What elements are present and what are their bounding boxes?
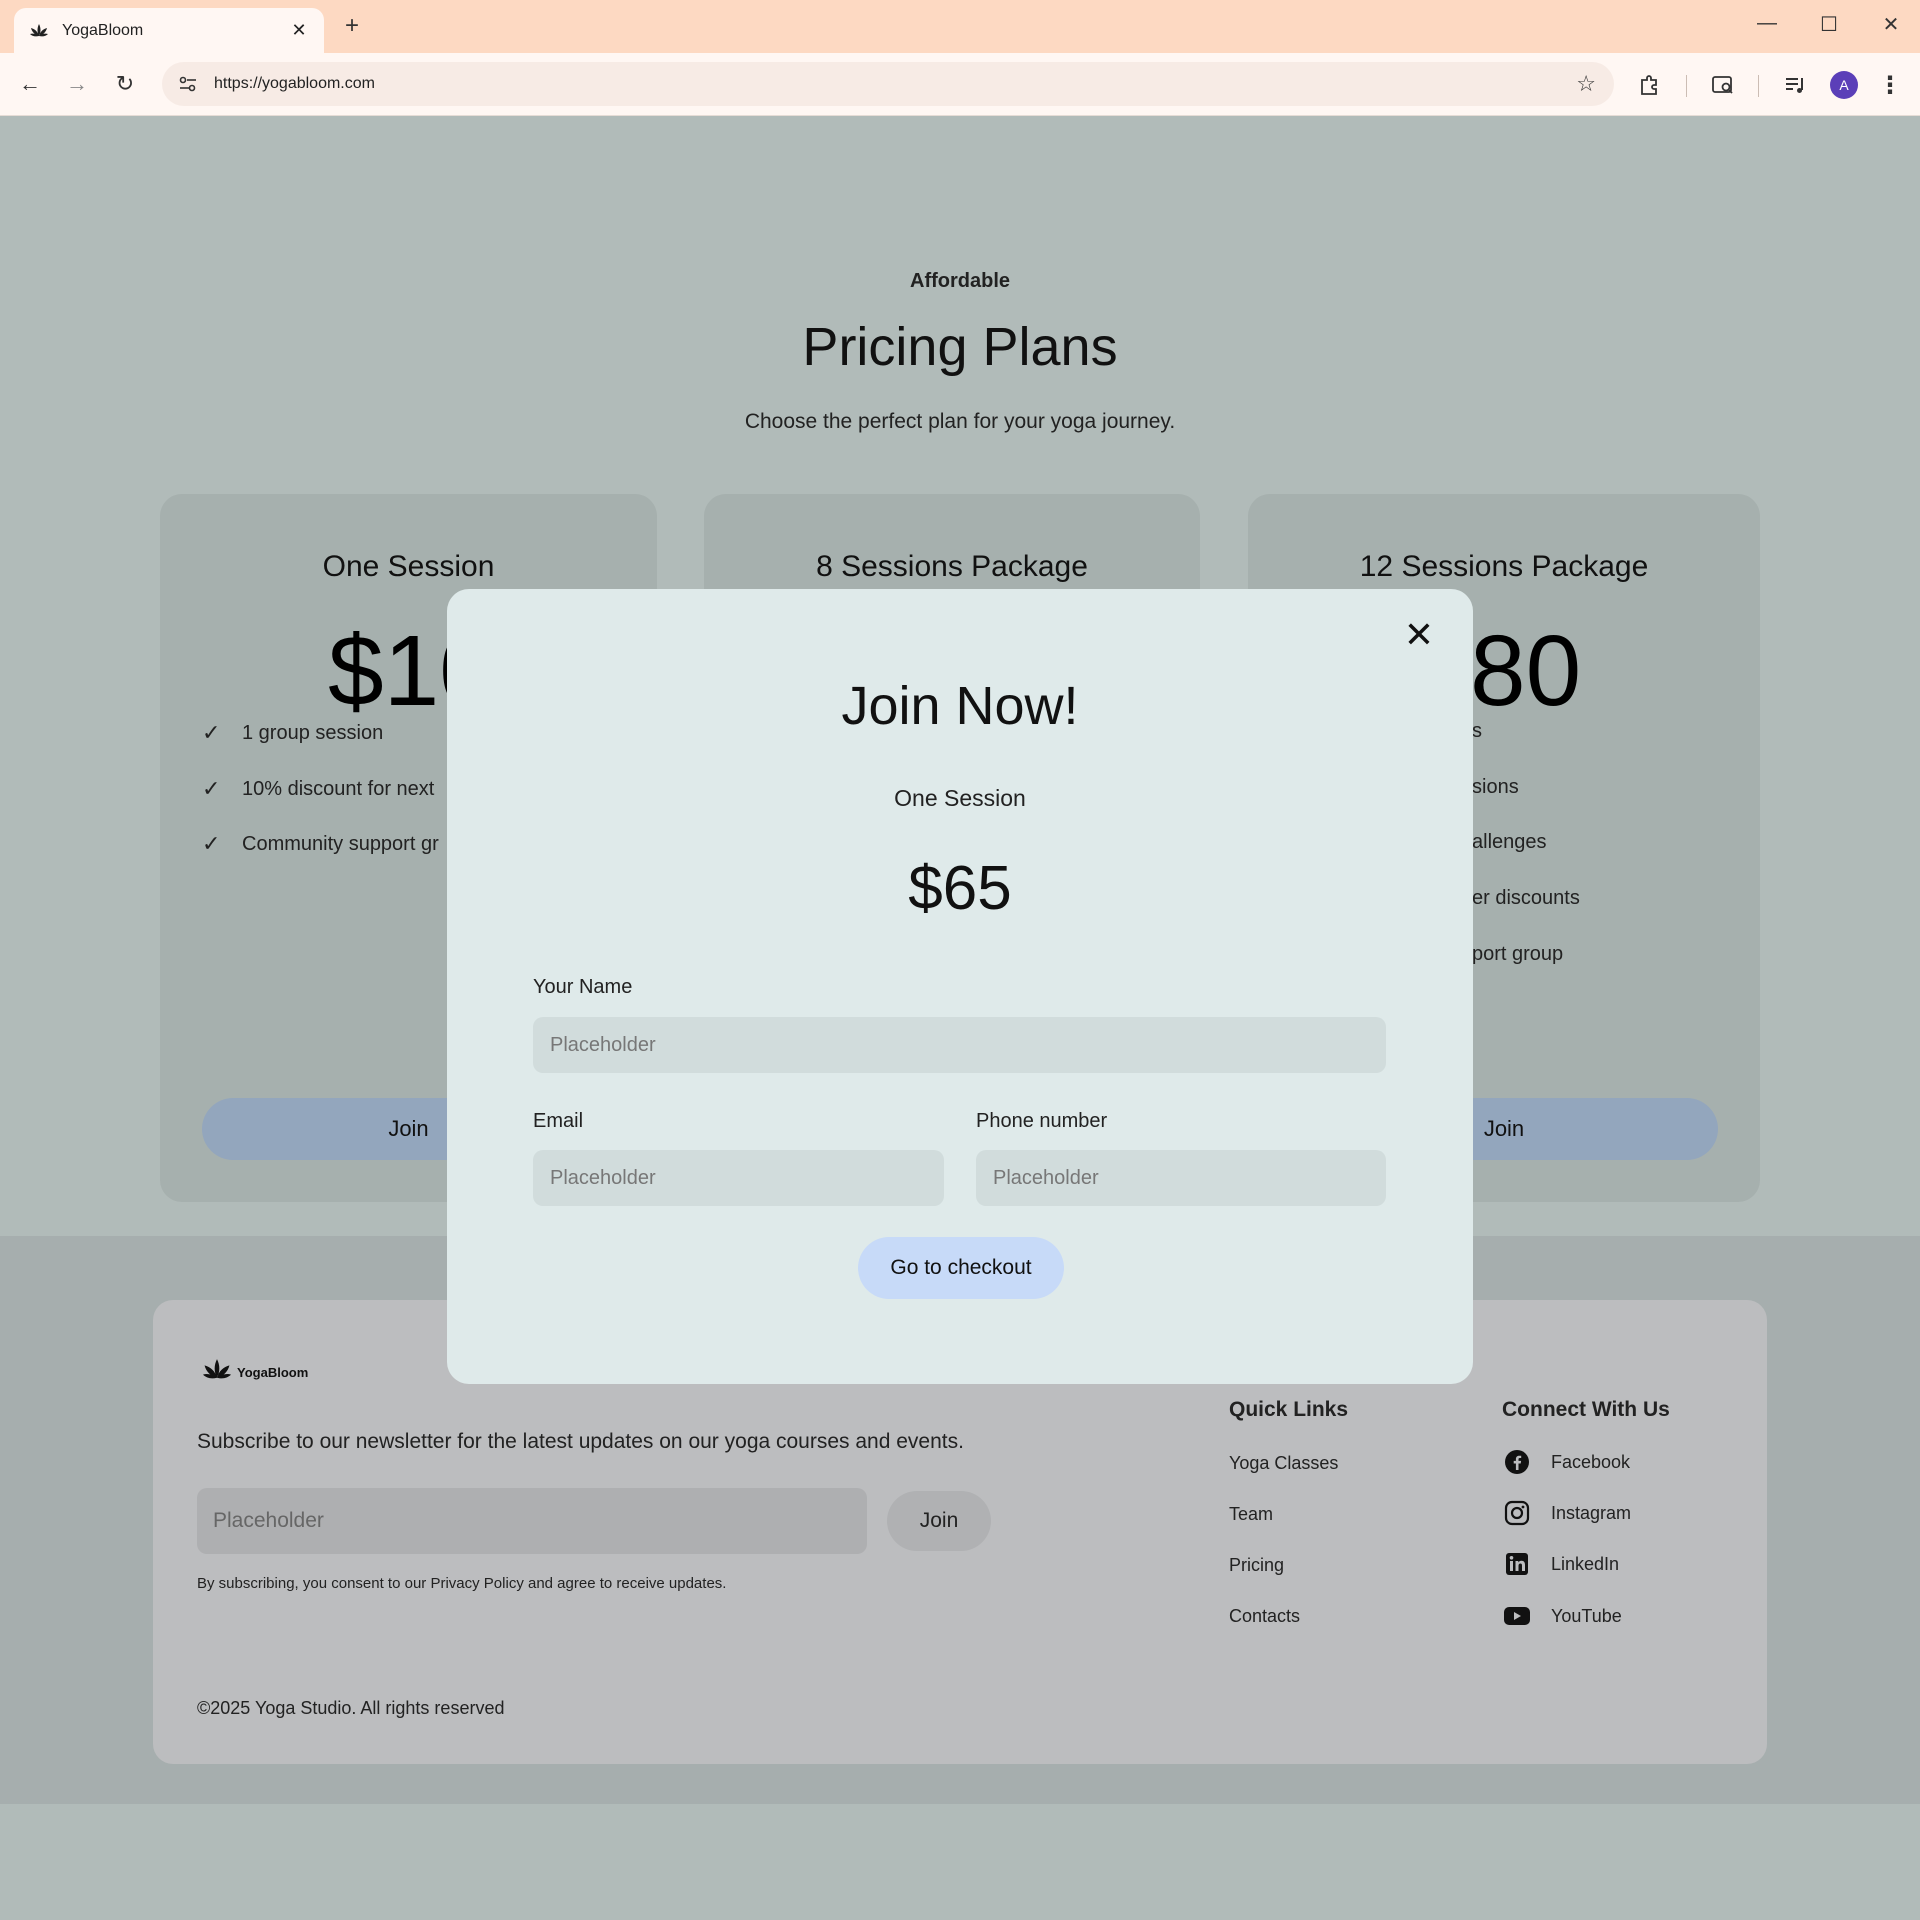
footer-link-team[interactable]: Team (1229, 1504, 1273, 1525)
modal-close-icon[interactable]: ✕ (1399, 614, 1439, 655)
modal-title: Join Now! (841, 676, 1079, 736)
youtube-icon (1503, 1602, 1531, 1630)
social-link-instagram[interactable]: Instagram (1503, 1499, 1631, 1527)
reload-icon[interactable]: ↻ (108, 67, 142, 101)
browser-tab[interactable]: YogaBloom ✕ (14, 8, 324, 53)
social-label: Instagram (1551, 1502, 1632, 1523)
footer-link-yoga-classes[interactable]: Yoga Classes (1229, 1453, 1338, 1474)
checkout-button[interactable]: Go to checkout (858, 1237, 1064, 1299)
tab-title: YogaBloom (62, 21, 144, 39)
join-modal: ✕ Join Now! One Session $65 Your Name Pl… (447, 589, 1473, 1384)
feature-text: 1 group session (242, 721, 384, 744)
copyright: ©2025 Yoga Studio. All rights reserved (197, 1698, 505, 1718)
lotus-logo-icon (199, 1356, 235, 1389)
back-icon[interactable]: ← (13, 67, 47, 101)
feature-text: er discounts (1472, 887, 1580, 909)
quick-links-title: Quick Links (1229, 1398, 1349, 1421)
name-label: Your Name (533, 976, 633, 998)
check-icon: ✓ (202, 831, 221, 856)
lotus-favicon-icon (28, 20, 50, 42)
section-eyebrow: Affordable (910, 270, 1010, 292)
tab-close-icon[interactable]: ✕ (288, 20, 310, 41)
feature-text: Community support gr (242, 832, 439, 855)
bookmark-star-icon[interactable]: ☆ (1576, 71, 1596, 97)
browser-tab-bar: YogaBloom ✕ + — ☐ ✕ (0, 0, 1920, 53)
page-title: Pricing Plans (802, 317, 1118, 377)
plan-feature: er discounts (1472, 887, 1580, 910)
plan-feature: ✓ 10% discount for next (202, 776, 434, 802)
plan-feature: allenges (1472, 831, 1547, 854)
social-label: YouTube (1551, 1605, 1622, 1626)
plan-feature: ✓ Community support gr (202, 831, 439, 857)
social-link-linkedin[interactable]: LinkedIn (1503, 1550, 1619, 1578)
email-label: Email (533, 1110, 584, 1132)
page-subtitle: Choose the perfect plan for your yoga jo… (744, 410, 1176, 433)
social-label: LinkedIn (1551, 1553, 1620, 1574)
site-settings-icon[interactable] (176, 72, 200, 96)
media-control-icon[interactable] (1780, 70, 1810, 100)
modal-plan-name: One Session (894, 785, 1026, 811)
social-link-facebook[interactable]: Facebook (1503, 1448, 1630, 1476)
forward-icon[interactable]: → (60, 67, 94, 101)
social-label: Facebook (1551, 1451, 1631, 1472)
footer-link-contacts[interactable]: Contacts (1229, 1606, 1300, 1627)
footer-logo[interactable]: YogaBloom (199, 1356, 308, 1389)
feature-text: allenges (1472, 831, 1547, 853)
search-tab-icon[interactable] (1708, 70, 1738, 100)
feature-text: 10% discount for next (242, 777, 435, 800)
extensions-icon[interactable] (1635, 70, 1665, 100)
logo-text: YogaBloom (237, 1365, 309, 1380)
window-close-button[interactable]: ✕ (1876, 12, 1906, 37)
maximize-button[interactable]: ☐ (1814, 12, 1844, 37)
newsletter-text: Subscribe to our newsletter for the late… (197, 1430, 964, 1453)
feature-text: sions (1472, 776, 1519, 798)
plan-price: 80 (1470, 615, 1582, 727)
linkedin-icon (1503, 1550, 1531, 1578)
new-tab-button[interactable]: + (338, 12, 366, 40)
social-link-youtube[interactable]: YouTube (1503, 1602, 1622, 1630)
toolbar-divider (1758, 75, 1759, 97)
feature-text: port group (1472, 943, 1564, 965)
newsletter-email-input[interactable]: Placeholder (197, 1488, 867, 1554)
address-bar[interactable]: https://yogabloom.com ☆ (162, 62, 1614, 106)
feature-text: s (1472, 720, 1482, 742)
plan-feature: port group (1472, 943, 1563, 966)
url-text[interactable]: https://yogabloom.com (214, 75, 1576, 93)
consent-text: By subscribing, you consent to our Priva… (197, 1575, 727, 1592)
instagram-icon (1503, 1499, 1531, 1527)
modal-price: $65 (908, 854, 1012, 923)
browser-menu-icon[interactable]: ⋮ (1875, 70, 1905, 100)
plan-title: 12 Sessions Package (1359, 550, 1649, 583)
profile-avatar[interactable]: A (1830, 71, 1858, 99)
plan-feature: sions (1472, 776, 1519, 799)
phone-input[interactable]: Placeholder (976, 1150, 1386, 1206)
facebook-icon (1503, 1448, 1531, 1476)
minimize-button[interactable]: — (1752, 12, 1782, 35)
check-icon: ✓ (202, 776, 221, 801)
phone-label: Phone number (976, 1110, 1108, 1132)
toolbar-divider (1686, 75, 1687, 97)
check-icon: ✓ (202, 720, 221, 745)
browser-toolbar: ← → ↻ https://yogabloom.com ☆ ⋮ (0, 53, 1920, 116)
plan-feature: ✓ 1 group session (202, 720, 383, 746)
email-input[interactable]: Placeholder (533, 1150, 944, 1206)
plan-title: 8 Sessions Package (816, 550, 1088, 583)
newsletter-join-button[interactable]: Join (887, 1491, 991, 1551)
footer-link-pricing[interactable]: Pricing (1229, 1555, 1284, 1576)
plan-title: One Session (322, 550, 495, 583)
connect-title: Connect With Us (1502, 1398, 1670, 1421)
name-input[interactable]: Placeholder (533, 1017, 1386, 1073)
plan-feature: s (1472, 720, 1482, 743)
